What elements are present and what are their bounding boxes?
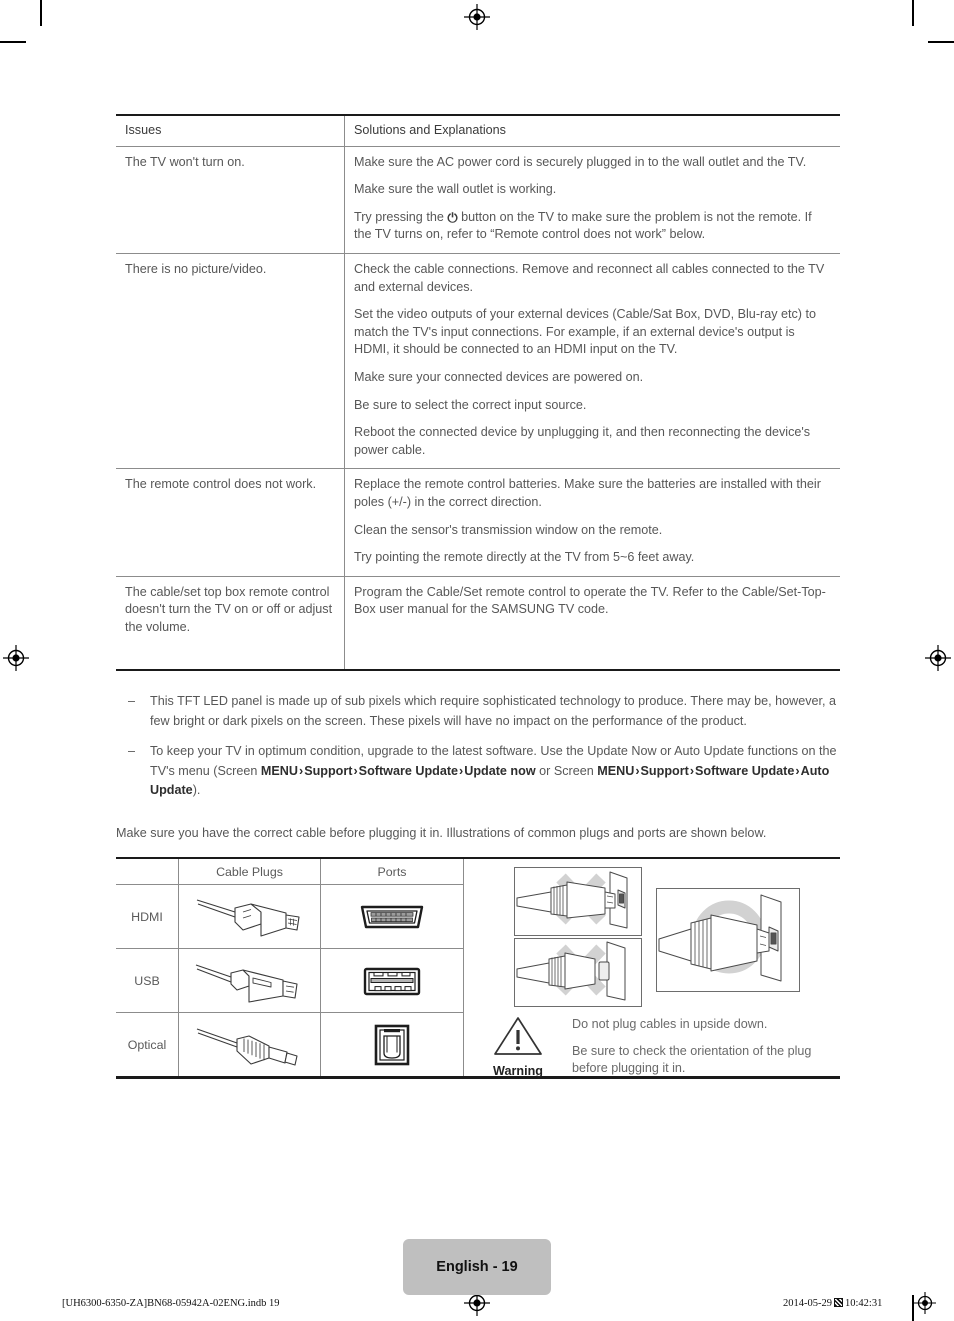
hdmi-plug-icon	[179, 885, 321, 949]
note-item: – To keep your TV in optimum condition, …	[124, 742, 840, 801]
menu-path-menu: MENU	[260, 763, 298, 778]
solution-item: Program the Cable/Set remote control to …	[354, 584, 826, 617]
note-text-part2: ).	[192, 783, 201, 798]
cable-ports-body: HDMI USB Optical	[116, 885, 463, 1077]
solution-item: Clean the sensor's transmission window o…	[354, 522, 663, 537]
header-issues: Issues	[116, 113, 345, 147]
table-row: The cable/set top box remote control doe…	[116, 576, 840, 671]
optical-port-icon	[321, 1013, 463, 1076]
note-text-mid: or Screen	[535, 763, 598, 778]
row-label-hdmi: HDMI	[116, 885, 179, 949]
solution-item: Reboot the connected device by unpluggin…	[354, 425, 811, 457]
issue-cell: The cable/set top box remote control doe…	[116, 576, 345, 671]
menu-path-menu-2: MENU	[597, 763, 635, 778]
solution-item: Check the cable connections. Remove and …	[354, 261, 825, 294]
table-row-optical: Optical	[116, 1013, 463, 1077]
table-row: The TV won't turn on. Make sure the AC p…	[116, 146, 840, 254]
cable-ports-grid: Cable Plugs Ports HDMI USB Optical Warni…	[116, 859, 840, 1078]
warning-triangle-icon	[492, 1014, 544, 1063]
power-button-icon: ⏻	[447, 209, 458, 225]
warning-illustration-panel: Warning Do not plug cables in upside dow…	[463, 859, 840, 1078]
table-row-hdmi: HDMI	[116, 885, 463, 950]
crop-mark-top-right-vertical	[912, 0, 914, 26]
solution-cell: Make sure the AC power cord is securely …	[344, 146, 840, 254]
solution-item: Make sure your connected devices are pow…	[354, 369, 644, 384]
solution-cell: Check the cable connections. Remove and …	[344, 253, 840, 470]
solution-item: Make sure the wall outlet is working.	[354, 182, 557, 197]
missing-glyph-icon	[834, 1298, 843, 1307]
note-text: To keep your TV in optimum condition, up…	[150, 742, 840, 801]
issue-cell: There is no picture/video.	[116, 253, 345, 470]
illustration-correct-orientation	[656, 888, 800, 993]
warning-block: Warning Do not plug cables in upside dow…	[464, 1012, 840, 1078]
header-ports: Ports	[377, 864, 407, 879]
solution-item: Try pointing the remote directly at the …	[354, 550, 695, 565]
row-label-optical: Optical	[116, 1013, 179, 1077]
crop-mark-top-left-horizontal	[0, 41, 26, 43]
page-content: Issues Solutions and Explanations The TV…	[116, 0, 840, 1321]
usb-port-icon	[321, 949, 463, 1012]
crop-mark-top-left-vertical	[40, 0, 42, 26]
table-row: There is no picture/video. Check the cab…	[116, 253, 840, 470]
header-solutions: Solutions and Explanations	[344, 113, 840, 147]
warning-text-group: Do not plug cables in upside down. Be su…	[572, 1012, 840, 1087]
hdmi-port-icon	[321, 885, 463, 948]
solution-item: Be sure to select the correct input sour…	[354, 397, 587, 412]
optical-plug-icon	[179, 1013, 321, 1077]
warning-line: Do not plug cables in upside down.	[572, 1017, 768, 1032]
note-dash: –	[128, 744, 136, 759]
registration-mark-right-middle	[925, 645, 951, 671]
crop-mark-top-right-horizontal	[928, 41, 954, 43]
cable-ports-header-row: Cable Plugs Ports	[116, 859, 463, 886]
orientation-illustrations	[464, 859, 840, 1012]
menu-path-software-update: Software Update	[358, 763, 459, 778]
issue-cell: The remote control does not work.	[116, 468, 345, 577]
note-dash: –	[128, 694, 136, 708]
menu-path-software-update-2: Software Update	[695, 763, 795, 778]
illustration-wrong-orientation-1	[514, 867, 642, 937]
print-date: 2014-05-29	[783, 1298, 832, 1309]
cable-ports-left: Cable Plugs Ports HDMI USB Optical	[116, 859, 463, 1077]
table-row: The remote control does not work. Replac…	[116, 468, 840, 577]
menu-path-support-2: Support	[640, 763, 689, 778]
menu-path-support: Support	[304, 763, 353, 778]
usb-plug-icon	[179, 949, 321, 1013]
note-item: – This TFT LED panel is made up of sub p…	[124, 692, 840, 731]
warning-icon-group: Warning	[464, 1012, 572, 1078]
print-filename: [UH6300-6350-ZA]BN68-05942A-02ENG.indb 1…	[62, 1298, 280, 1309]
solution-item: Replace the remote control batteries. Ma…	[354, 477, 821, 509]
page-number-tab: English - 19	[403, 1239, 551, 1295]
solution-cell: Replace the remote control batteries. Ma…	[344, 468, 840, 577]
header-cable-plugs: Cable Plugs	[179, 859, 321, 885]
illustration-wrong-orientation-2	[514, 938, 642, 1008]
issue-cell: The TV won't turn on.	[116, 146, 345, 254]
menu-path-update-now: Update now	[464, 763, 536, 778]
solution-text-pre: Try pressing the	[354, 209, 448, 224]
header-corner	[116, 859, 179, 885]
solution-item: Try pressing the ⏻ button on the TV to m…	[354, 209, 831, 244]
registration-mark-bottom-right	[914, 1292, 936, 1314]
warning-line: Be sure to check the orientation of the …	[572, 1044, 812, 1076]
row-label-usb: USB	[116, 949, 179, 1013]
note-text: This TFT LED panel is made up of sub pix…	[150, 694, 837, 728]
cable-ports-table: Cable Plugs Ports HDMI USB Optical Warni…	[116, 857, 840, 1079]
solution-cell: Program the Cable/Set remote control to …	[344, 576, 840, 671]
table-row-usb: USB	[116, 949, 463, 1014]
solution-item: Set the video outputs of your external d…	[354, 307, 816, 357]
print-timestamp: 2014-05-29 10:42:31	[783, 1298, 882, 1309]
cable-intro-text: Make sure you have the correct cable bef…	[116, 826, 767, 840]
troubleshooting-table: Issues Solutions and Explanations The TV…	[116, 113, 840, 671]
crop-mark-bottom-right-vertical	[912, 1295, 914, 1321]
warning-label: Warning	[493, 1064, 543, 1079]
solution-item: Make sure the AC power cord is securely …	[354, 154, 807, 169]
print-time: 10:42:31	[845, 1298, 883, 1309]
notes-list: – This TFT LED panel is made up of sub p…	[124, 692, 840, 812]
registration-mark-left-middle	[3, 645, 29, 671]
table-header-row: Issues Solutions and Explanations	[116, 113, 840, 147]
